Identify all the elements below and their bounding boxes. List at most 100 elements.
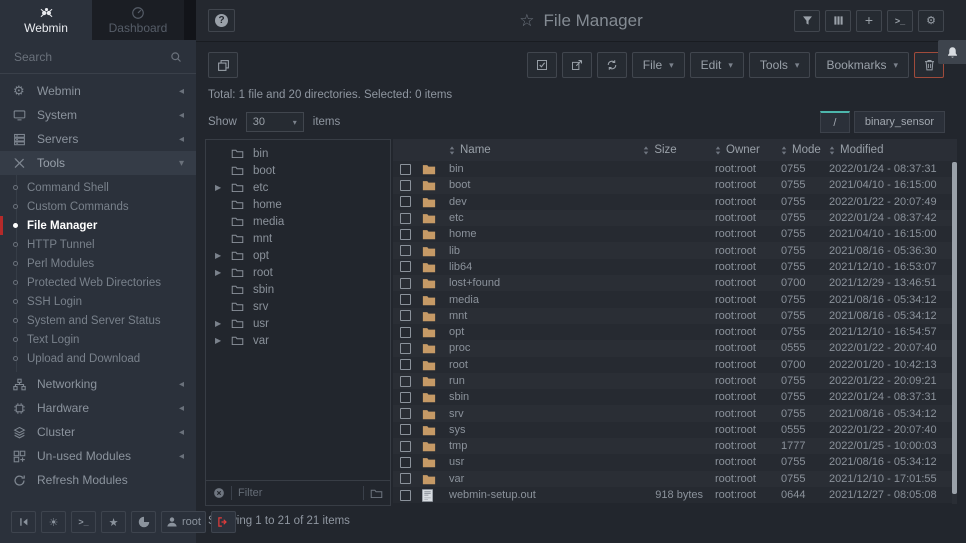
tab-dashboard[interactable]: Dashboard: [92, 0, 184, 40]
refresh-button[interactable]: [597, 52, 627, 78]
sidebar-item-protected-web-directories[interactable]: Protected Web Directories: [0, 273, 196, 292]
tree-item-sbin[interactable]: sbin: [206, 281, 390, 298]
row-checkbox[interactable]: [400, 424, 411, 435]
sidebar-item-upload-and-download[interactable]: Upload and Download: [0, 349, 196, 368]
sidebar-item-refresh-modules[interactable]: Refresh Modules: [0, 468, 196, 492]
menu-bookmarks[interactable]: Bookmarks▾: [815, 52, 909, 78]
topbar-gear-button[interactable]: ⚙: [918, 10, 944, 32]
topbar-plus-button[interactable]: +: [856, 10, 882, 32]
tree-item-usr[interactable]: ▶usr: [206, 315, 390, 332]
file-row-mnt[interactable]: mntroot:root07552021/08/16 - 05:34:12: [393, 308, 957, 324]
sidebar-item-file-manager[interactable]: File Manager: [0, 216, 196, 235]
page-size-select[interactable]: 30 ▾: [246, 112, 304, 132]
file-row-etc[interactable]: etcroot:root07552022/01/24 - 08:37:42: [393, 210, 957, 226]
menu-tools[interactable]: Tools▾: [749, 52, 811, 78]
column-header-owner[interactable]: Owner: [703, 144, 775, 156]
sidebar-item-ssh-login[interactable]: SSH Login: [0, 292, 196, 311]
row-checkbox[interactable]: [400, 245, 411, 256]
file-row-boot[interactable]: bootroot:root07552021/04/10 - 16:15:00: [393, 177, 957, 193]
row-checkbox[interactable]: [400, 229, 411, 240]
row-checkbox[interactable]: [400, 441, 411, 452]
sidebar-item-system[interactable]: System◂: [0, 103, 196, 127]
tab-webmin[interactable]: Webmin: [0, 0, 92, 40]
sidebar-item-un-used-modules[interactable]: Un-used Modules◂: [0, 444, 196, 468]
scrollbar-thumb[interactable]: [952, 162, 957, 494]
folder-select-icon[interactable]: [370, 488, 383, 499]
filter-input[interactable]: [238, 487, 357, 499]
row-checkbox[interactable]: [400, 359, 411, 370]
row-checkbox[interactable]: [400, 473, 411, 484]
file-row-root[interactable]: rootroot:root07002022/01/20 - 10:42:13: [393, 357, 957, 373]
tree-item-srv[interactable]: srv: [206, 298, 390, 315]
clear-filter-icon[interactable]: [213, 487, 225, 499]
file-row-tmp[interactable]: tmproot:root17772022/01/25 - 10:00:03: [393, 438, 957, 454]
collapse-sidebar-button[interactable]: [11, 511, 36, 533]
tree-item-home[interactable]: home: [206, 196, 390, 213]
tree-item-etc[interactable]: ▶etc: [206, 179, 390, 196]
tree-item-opt[interactable]: ▶opt: [206, 247, 390, 264]
sidebar-item-custom-commands[interactable]: Custom Commands: [0, 197, 196, 216]
file-row-lost-found[interactable]: lost+foundroot:root07002021/12/29 - 13:4…: [393, 275, 957, 291]
tree-item-boot[interactable]: boot: [206, 162, 390, 179]
export-button[interactable]: [562, 52, 592, 78]
tree-item-bin[interactable]: bin: [206, 145, 390, 162]
row-checkbox[interactable]: [400, 180, 411, 191]
expand-arrow-icon[interactable]: ▶: [215, 251, 231, 260]
file-row-proc[interactable]: procroot:root05552022/01/22 - 20:07:40: [393, 340, 957, 356]
file-row-var[interactable]: varroot:root07552021/12/10 - 17:01:55: [393, 471, 957, 487]
search-input[interactable]: [14, 50, 170, 64]
logout-button[interactable]: [211, 511, 236, 533]
user-button[interactable]: root: [161, 511, 206, 533]
tree-item-var[interactable]: ▶var: [206, 332, 390, 349]
sidebar-item-servers[interactable]: Servers◂: [0, 127, 196, 151]
row-checkbox[interactable]: [400, 310, 411, 321]
row-checkbox[interactable]: [400, 408, 411, 419]
breadcrumb-binary-sensor[interactable]: binary_sensor: [854, 111, 945, 133]
sidebar-item-command-shell[interactable]: Command Shell: [0, 178, 196, 197]
file-row-sbin[interactable]: sbinroot:root07552022/01/24 - 08:37:31: [393, 389, 957, 405]
sidebar-item-tools[interactable]: Tools▾: [0, 151, 196, 175]
file-row-lib[interactable]: libroot:root07552021/08/16 - 05:36:30: [393, 242, 957, 258]
file-row-media[interactable]: mediaroot:root07552021/08/16 - 05:34:12: [393, 291, 957, 307]
topbar-filter-button[interactable]: [794, 10, 820, 32]
row-checkbox[interactable]: [400, 294, 411, 305]
expand-arrow-icon[interactable]: ▶: [215, 319, 231, 328]
sidebar-item-system-and-server-status[interactable]: System and Server Status: [0, 311, 196, 330]
row-checkbox[interactable]: [400, 261, 411, 272]
row-checkbox[interactable]: [400, 327, 411, 338]
row-checkbox[interactable]: [400, 196, 411, 207]
file-row-usr[interactable]: usrroot:root07552021/08/16 - 05:34:12: [393, 454, 957, 470]
sidebar-item-hardware[interactable]: Hardware◂: [0, 396, 196, 420]
file-row-lib64[interactable]: lib64root:root07552021/12/10 - 16:53:07: [393, 259, 957, 275]
column-header-size[interactable]: Size: [617, 144, 703, 156]
sidebar-item-cluster[interactable]: Cluster◂: [0, 420, 196, 444]
sidebar-item-networking[interactable]: Networking◂: [0, 372, 196, 396]
file-row-home[interactable]: homeroot:root07552021/04/10 - 16:15:00: [393, 226, 957, 242]
breadcrumb-root[interactable]: /: [820, 111, 850, 133]
row-checkbox[interactable]: [400, 490, 411, 501]
row-checkbox[interactable]: [400, 392, 411, 403]
tree-item-media[interactable]: media: [206, 213, 390, 230]
sidebar-item-perl-modules[interactable]: Perl Modules: [0, 254, 196, 273]
sidebar-item-text-login[interactable]: Text Login: [0, 330, 196, 349]
row-checkbox[interactable]: [400, 278, 411, 289]
sidebar-item-http-tunnel[interactable]: HTTP Tunnel: [0, 235, 196, 254]
menu-file[interactable]: File▾: [632, 52, 685, 78]
row-checkbox[interactable]: [400, 457, 411, 468]
theme-sun-button[interactable]: ☀: [41, 511, 66, 533]
file-row-webmin-setup-out[interactable]: webmin-setup.out918 bytesroot:root064420…: [393, 487, 957, 503]
help-button[interactable]: ?: [208, 9, 235, 32]
select-all-button[interactable]: [527, 52, 557, 78]
tree-item-mnt[interactable]: mnt: [206, 230, 390, 247]
file-row-sys[interactable]: sysroot:root05552022/01/22 - 20:07:40: [393, 422, 957, 438]
star-outline-icon[interactable]: ☆: [519, 11, 534, 31]
file-row-run[interactable]: runroot:root07552022/01/22 - 20:09:21: [393, 373, 957, 389]
row-checkbox[interactable]: [400, 376, 411, 387]
row-checkbox[interactable]: [400, 213, 411, 224]
file-row-dev[interactable]: devroot:root07552022/01/22 - 20:07:49: [393, 194, 957, 210]
file-row-srv[interactable]: srvroot:root07552021/08/16 - 05:34:12: [393, 405, 957, 421]
sidebar-item-webmin[interactable]: ⚙Webmin◂: [0, 79, 196, 103]
expand-arrow-icon[interactable]: ▶: [215, 183, 231, 192]
favorites-star-button[interactable]: ★: [101, 511, 126, 533]
notifications-tab[interactable]: [938, 40, 966, 64]
